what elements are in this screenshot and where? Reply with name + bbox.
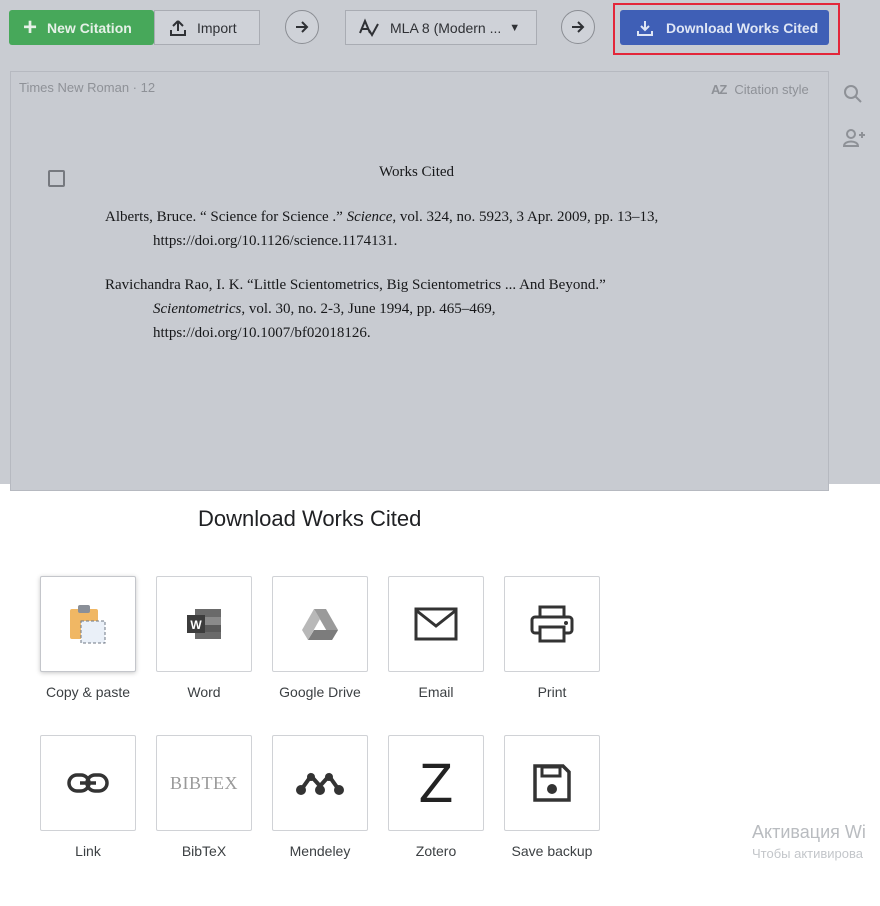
style-select-value: MLA 8 (Modern ... [390,19,502,36]
email-option[interactable] [388,576,484,672]
import-button[interactable]: Import [154,10,260,45]
print-option[interactable] [504,576,600,672]
printer-icon [530,605,574,643]
option-label: BibTeX [181,843,227,859]
option-label: Email [418,684,454,700]
envelope-icon [414,607,458,641]
download-panel-title: Download Works Cited [198,506,422,531]
citation-entry[interactable]: Alberts, Bruce. “ Science for Science .”… [105,205,725,253]
citation-style-select[interactable]: MLA 8 (Modern ... ▼ [345,10,537,45]
option-label: Google Drive [279,684,361,700]
new-citation-label: New Citation [47,19,132,36]
activation-watermark-subtitle: Чтобы активирова [752,846,864,861]
download-icon [636,19,654,37]
option-label: Print [537,684,567,700]
word-option[interactable]: W [156,576,252,672]
arrow-right-button-2[interactable] [561,10,595,44]
google-drive-icon [301,607,339,641]
import-label: Import [197,19,237,36]
bibtex-option[interactable]: BIBTEX [156,735,252,831]
bibtex-logo: BIBTEX [170,772,238,793]
citation-entry[interactable]: Ravichandra Rao, I. K. “Little Scientome… [105,273,725,345]
mendeley-icon [295,768,345,798]
floppy-disk-icon [532,763,572,803]
add-person-icon[interactable] [842,127,868,149]
option-label: Copy & paste [45,684,131,700]
download-label: Download Works Cited [666,19,819,36]
select-all-checkbox[interactable] [48,170,65,187]
option-label: Mendeley [289,843,351,859]
google-drive-option[interactable] [272,576,368,672]
new-citation-button[interactable]: + New Citation [9,10,154,45]
clipboard-icon [68,603,108,645]
plus-icon: + [23,13,38,41]
link-icon [66,771,110,795]
download-works-cited-button[interactable]: Download Works Cited [620,10,829,45]
arrow-right-button[interactable] [285,10,319,44]
arrow-right-icon [570,19,586,35]
font-info[interactable]: Times New Roman · 12 [19,80,155,95]
works-cited-heading: Works Cited [379,164,455,180]
svg-text:W: W [190,618,202,632]
arrow-right-icon [294,19,310,35]
chevron-down-icon: ▼ [509,21,521,34]
citation-style-label: Citation style [734,82,809,97]
activation-watermark-title: Активация Wi [752,822,866,842]
citation-style-sort[interactable]: AZ Citation style [711,82,809,97]
style-format-icon [358,17,380,38]
option-label: Save backup [511,843,593,859]
mendeley-option[interactable] [272,735,368,831]
option-label: Zotero [415,843,457,859]
upload-icon [169,19,187,37]
sort-az-icon: AZ [711,82,727,97]
search-icon[interactable] [842,83,864,105]
word-icon: W [185,607,223,641]
copy-paste-option[interactable] [40,576,136,672]
link-option[interactable] [40,735,136,831]
option-label: Link [75,843,101,859]
option-label: Word [187,684,221,700]
save-backup-option[interactable] [504,735,600,831]
zotero-icon: Z [418,751,454,814]
zotero-option[interactable]: Z [388,735,484,831]
